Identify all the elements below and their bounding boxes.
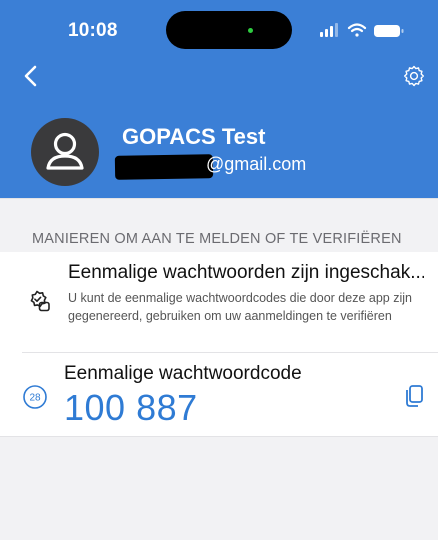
timer-value: 28 (29, 393, 41, 404)
email-redaction (114, 154, 214, 180)
settings-button[interactable] (402, 64, 426, 88)
copy-icon (406, 385, 423, 407)
chevron-left-icon (24, 65, 37, 87)
dynamic-island (166, 11, 292, 49)
wifi-icon (347, 23, 367, 37)
copy-button[interactable] (404, 384, 426, 408)
account-email: @gmail.com (206, 154, 307, 174)
code-value: 100 887 (64, 387, 198, 428)
code-label: Eenmalige wachtwoordcode (64, 363, 302, 384)
gear-icon (404, 65, 424, 87)
avatar (31, 118, 99, 186)
status-bar-time: 10:08 (68, 20, 118, 41)
verified-codes-icon (30, 290, 50, 312)
account-name: GOPACS Test (122, 124, 266, 149)
user-icon (46, 132, 84, 170)
battery-icon (374, 25, 404, 37)
signal-icon (320, 23, 338, 37)
countdown-timer-icon: 28 (23, 385, 47, 409)
back-button[interactable] (20, 64, 44, 88)
camera-indicator-icon (248, 28, 253, 33)
otp-setting-title: Eenmalige wachtwoorden zijn ingeschak... (68, 262, 424, 283)
section-title: MANIEREN OM AAN TE MELDEN OF TE VERIFIËR… (32, 231, 402, 247)
status-icons (320, 23, 404, 37)
divider (22, 352, 438, 353)
card-bottom-border (0, 436, 438, 437)
otp-setting-description: U kunt de eenmalige wachtwoordcodes die … (68, 291, 412, 323)
